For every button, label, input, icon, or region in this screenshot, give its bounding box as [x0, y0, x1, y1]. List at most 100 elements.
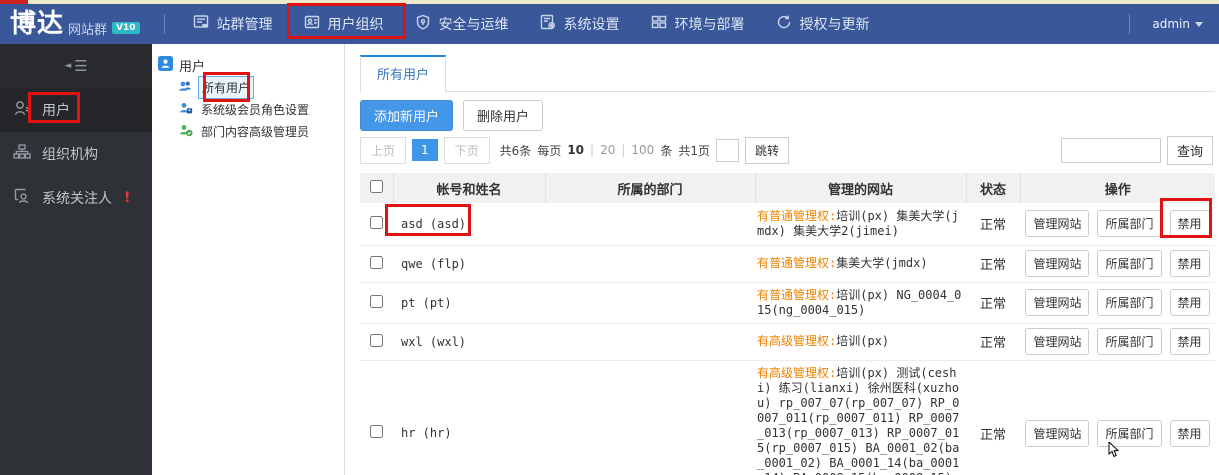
select-all-checkbox[interactable]: [369, 179, 383, 193]
main-content: 所有用户 添加新用户 删除用户 上页 1 下页 共6条 每页 10 | 20 |…: [345, 44, 1219, 475]
divider: [163, 14, 165, 34]
deploy-icon: [650, 13, 668, 35]
department-button[interactable]: 所属部门: [1097, 289, 1162, 316]
disable-button[interactable]: 禁用: [1169, 210, 1210, 238]
dept-admin-icon: [178, 123, 193, 140]
tab-bar: 所有用户: [360, 55, 1215, 92]
nav-item-user-org[interactable]: 用户组织: [303, 13, 384, 35]
total-pages-text: 共1页: [678, 143, 710, 158]
sidebar-item-users[interactable]: 用户: [0, 88, 152, 132]
row-checkbox[interactable]: [370, 294, 383, 308]
row-name: wxl (wxl): [393, 323, 545, 361]
manage-sites-button[interactable]: 管理网站: [1025, 328, 1090, 355]
disable-button[interactable]: 禁用: [1169, 289, 1210, 316]
row-checkbox[interactable]: [370, 425, 383, 438]
tree-item-label: 所有用户: [198, 75, 255, 99]
row-name: hr (hr): [393, 360, 545, 475]
nav-item-deploy[interactable]: 环境与部署: [650, 13, 745, 35]
row-ops: 管理网站 所属部门 禁用: [1020, 360, 1215, 475]
logo-text: 博达: [10, 9, 65, 39]
row-checkbox[interactable]: [370, 255, 383, 269]
user-table: 帐号和姓名 所属的部门 管理的网站 状态 操作 asd (asd) 有普通管理权…: [360, 173, 1215, 475]
current-user-label[interactable]: admin: [1152, 17, 1190, 31]
row-name: qwe (flp): [393, 245, 545, 283]
header-status: 状态: [966, 173, 1021, 203]
system-settings-icon: [539, 13, 557, 35]
page-size-10[interactable]: 10: [567, 143, 584, 157]
all-users-icon: [178, 79, 193, 96]
manage-sites-button[interactable]: 管理网站: [1025, 250, 1090, 277]
table-row: wxl (wxl) 有高级管理权:培训(px) 正常 管理网站 所属部门 禁用: [360, 323, 1215, 361]
disable-button[interactable]: 禁用: [1169, 328, 1210, 355]
row-sites: 集美大学(jmdx): [836, 256, 928, 270]
jump-button[interactable]: 跳转: [744, 136, 789, 164]
nav-item-label: 用户组织: [327, 17, 384, 33]
sidebar-item-label: 组织机构: [42, 147, 98, 163]
delete-user-button[interactable]: 删除用户: [463, 100, 544, 131]
per-page-label: 每页: [537, 143, 562, 158]
site-management-icon: [192, 13, 210, 35]
chevron-down-icon[interactable]: [1195, 21, 1203, 27]
sidebar-item-system-watchers[interactable]: 系统关注人 !: [0, 176, 152, 220]
menu-bars-icon: ☰: [74, 57, 88, 75]
row-dept: [545, 245, 755, 283]
toolbar: 添加新用户 删除用户: [360, 100, 1215, 131]
prev-page-button[interactable]: 上页: [360, 136, 407, 164]
nav-item-site-management[interactable]: 站群管理: [192, 13, 273, 35]
user-icon: [12, 98, 32, 122]
logo-subtext: 网站群: [68, 22, 108, 38]
row-perm: 有普通管理权:: [757, 287, 837, 302]
current-page-button[interactable]: 1: [412, 139, 438, 161]
row-status: 正常: [966, 360, 1020, 475]
app-logo: 博达 网站群 V10: [0, 11, 152, 38]
department-button[interactable]: 所属部门: [1097, 250, 1162, 277]
user-table-body: asd (asd) 有普通管理权:培训(px) 集美大学(jmdx) 集美大学2…: [360, 203, 1215, 475]
page-size-100[interactable]: 100: [631, 143, 654, 157]
sidebar-collapse-button[interactable]: ◄ ☰: [0, 44, 152, 88]
header-department: 所属的部门: [545, 173, 756, 203]
manage-sites-button[interactable]: 管理网站: [1025, 289, 1090, 316]
department-button[interactable]: 所属部门: [1097, 419, 1162, 447]
department-button[interactable]: 所属部门: [1097, 210, 1162, 238]
row-checkbox[interactable]: [370, 333, 383, 347]
row-sites-cell: 有高级管理权:培训(px) 测试(ceshi) 练习(lianxi) 徐州医科(…: [755, 360, 966, 475]
tree-item-label: 部门内容高级管理员: [201, 124, 310, 139]
version-badge: V10: [112, 22, 140, 34]
table-row: qwe (flp) 有普通管理权:集美大学(jmdx) 正常 管理网站 所属部门禁…: [360, 245, 1215, 283]
nav-item-security-ops[interactable]: 安全与运维: [414, 13, 509, 35]
jump-page-input[interactable]: [715, 138, 739, 162]
row-status: 正常: [966, 282, 1020, 324]
user-org-icon: [303, 13, 321, 35]
row-dept: [545, 360, 755, 475]
row-perm: 有高级管理权:: [757, 365, 837, 380]
top-edge-red-mark: [0, 0, 28, 4]
alert-exclamation: !: [124, 190, 131, 206]
tree-item-all-users[interactable]: 所有用户: [152, 75, 344, 99]
tab-all-users[interactable]: 所有用户: [360, 55, 447, 92]
row-perm: 有高级管理权:: [757, 334, 837, 348]
org-structure-icon: [12, 142, 32, 166]
manage-sites-button[interactable]: 管理网站: [1025, 210, 1090, 238]
search-area: 查询: [1060, 135, 1213, 165]
row-name: asd (asd): [393, 203, 545, 246]
sidebar-item-org-structure[interactable]: 组织机构: [0, 132, 152, 176]
search-input[interactable]: [1060, 137, 1161, 163]
manage-sites-button[interactable]: 管理网站: [1025, 419, 1090, 447]
nav-item-system-settings[interactable]: 系统设置: [539, 13, 620, 35]
department-button[interactable]: 所属部门: [1097, 328, 1162, 355]
row-sites-cell: 有普通管理权:培训(px) NG_0004_015(ng_0004_015): [755, 282, 966, 324]
tree-root-users[interactable]: 用户: [152, 54, 344, 76]
row-checkbox[interactable]: [370, 215, 383, 229]
pagination-bar: 上页 1 下页 共6条 每页 10 | 20 | 100 条 共1页 跳转 查询: [360, 135, 1215, 165]
search-button[interactable]: 查询: [1166, 135, 1213, 165]
nav-item-update[interactable]: 授权与更新: [775, 13, 870, 35]
tree-item-member-role-settings[interactable]: 系统级会员角色设置: [152, 98, 344, 120]
disable-button[interactable]: 禁用: [1169, 250, 1210, 277]
tree-item-dept-content-admins[interactable]: 部门内容高级管理员: [152, 120, 344, 142]
page-size-20[interactable]: 20: [600, 143, 615, 157]
disable-button[interactable]: 禁用: [1169, 419, 1210, 447]
row-sites-cell: 有普通管理权:集美大学(jmdx): [755, 245, 966, 283]
watcher-icon: [12, 186, 32, 210]
next-page-button[interactable]: 下页: [443, 136, 490, 164]
add-user-button[interactable]: 添加新用户: [360, 100, 454, 131]
